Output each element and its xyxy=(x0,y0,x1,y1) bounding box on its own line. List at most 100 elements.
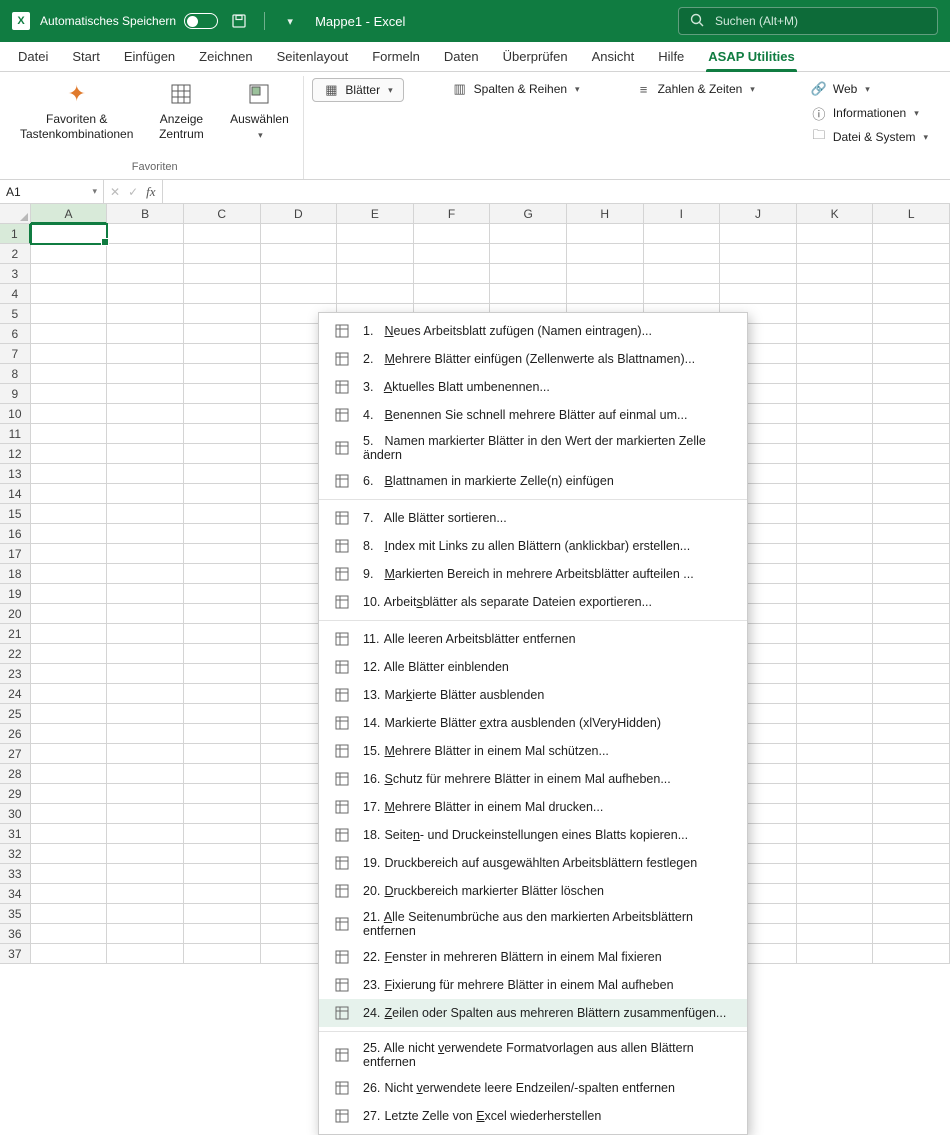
menu-item-7[interactable]: 7. Alle Blätter sortieren... xyxy=(319,504,747,532)
tab-einfügen[interactable]: Einfügen xyxy=(114,43,185,71)
menu-item-26[interactable]: 26. Nicht verwendete leere Endzeilen/-sp… xyxy=(319,1074,747,1102)
cell[interactable] xyxy=(797,864,874,884)
cell[interactable] xyxy=(107,904,184,924)
cell[interactable] xyxy=(184,644,261,664)
cell[interactable] xyxy=(184,924,261,944)
cell[interactable] xyxy=(873,764,950,784)
search-box[interactable] xyxy=(678,7,938,35)
cell[interactable] xyxy=(184,284,261,304)
cell[interactable] xyxy=(414,244,491,264)
row-header[interactable]: 27 xyxy=(0,744,31,764)
cell[interactable] xyxy=(797,884,874,904)
cell[interactable] xyxy=(31,784,108,804)
cell[interactable] xyxy=(184,344,261,364)
cell[interactable] xyxy=(31,424,108,444)
cell[interactable] xyxy=(644,284,721,304)
cell[interactable] xyxy=(31,684,108,704)
cell[interactable] xyxy=(337,284,414,304)
column-header[interactable]: J xyxy=(720,204,797,224)
cell[interactable] xyxy=(797,464,874,484)
cell[interactable] xyxy=(31,464,108,484)
cell[interactable] xyxy=(414,264,491,284)
menu-item-20[interactable]: 20. Druckbereich markierter Blätter lösc… xyxy=(319,877,747,905)
cell[interactable] xyxy=(107,364,184,384)
cell[interactable] xyxy=(31,664,108,684)
cell[interactable] xyxy=(490,224,567,244)
cell[interactable] xyxy=(797,544,874,564)
cell[interactable] xyxy=(873,484,950,504)
cell[interactable] xyxy=(797,384,874,404)
toggle-switch-icon[interactable] xyxy=(184,13,218,29)
qat-customize-button[interactable]: ▾ xyxy=(279,10,301,32)
cell[interactable] xyxy=(873,464,950,484)
select-all-corner[interactable] xyxy=(0,204,31,224)
cell[interactable] xyxy=(797,444,874,464)
menu-item-1[interactable]: 1. Neues Arbeitsblatt zufügen (Namen ein… xyxy=(319,317,747,345)
cell[interactable] xyxy=(107,864,184,884)
row-header[interactable]: 2 xyxy=(0,244,31,264)
cell[interactable] xyxy=(873,724,950,744)
menu-item-11[interactable]: 11. Alle leeren Arbeitsblätter entfernen xyxy=(319,625,747,653)
cell[interactable] xyxy=(797,284,874,304)
row-header[interactable]: 26 xyxy=(0,724,31,744)
cell[interactable] xyxy=(873,224,950,244)
cell[interactable] xyxy=(873,444,950,464)
row-header[interactable]: 8 xyxy=(0,364,31,384)
cell[interactable] xyxy=(107,524,184,544)
cell[interactable] xyxy=(107,784,184,804)
cell[interactable] xyxy=(184,264,261,284)
cell[interactable] xyxy=(261,244,338,264)
cell[interactable] xyxy=(873,864,950,884)
cell[interactable] xyxy=(31,304,108,324)
cell[interactable] xyxy=(31,644,108,664)
cell[interactable] xyxy=(31,384,108,404)
cell[interactable] xyxy=(31,724,108,744)
column-header[interactable]: F xyxy=(414,204,491,224)
cell[interactable] xyxy=(107,724,184,744)
cell[interactable] xyxy=(184,504,261,524)
cell[interactable] xyxy=(31,924,108,944)
cell[interactable] xyxy=(31,844,108,864)
cell[interactable] xyxy=(107,824,184,844)
cell[interactable] xyxy=(873,424,950,444)
menu-item-18[interactable]: 18. Seiten- und Druckeinstellungen eines… xyxy=(319,821,747,849)
cell[interactable] xyxy=(720,264,797,284)
cell[interactable] xyxy=(31,624,108,644)
cell[interactable] xyxy=(873,844,950,864)
auswaehlen-button[interactable]: Auswählen▾ xyxy=(223,76,295,146)
cell[interactable] xyxy=(797,724,874,744)
cell[interactable] xyxy=(644,244,721,264)
menu-item-13[interactable]: 13. Markierte Blätter ausblenden xyxy=(319,681,747,709)
web-dropdown[interactable]: 🔗 Web ▾ xyxy=(803,78,936,100)
tab-daten[interactable]: Daten xyxy=(434,43,489,71)
cell[interactable] xyxy=(184,844,261,864)
cell[interactable] xyxy=(873,924,950,944)
cell[interactable] xyxy=(184,564,261,584)
cell[interactable] xyxy=(31,404,108,424)
row-header[interactable]: 14 xyxy=(0,484,31,504)
cell[interactable] xyxy=(184,884,261,904)
cell[interactable] xyxy=(107,284,184,304)
cell[interactable] xyxy=(184,544,261,564)
cell[interactable] xyxy=(107,544,184,564)
fx-button[interactable]: fx xyxy=(146,184,155,200)
cell[interactable] xyxy=(184,664,261,684)
cell[interactable] xyxy=(797,624,874,644)
cell[interactable] xyxy=(31,224,108,244)
cell[interactable] xyxy=(31,564,108,584)
cell[interactable] xyxy=(184,604,261,624)
cell[interactable] xyxy=(184,904,261,924)
cell[interactable] xyxy=(797,224,874,244)
menu-item-2[interactable]: 2. Mehrere Blätter einfügen (Zellenwerte… xyxy=(319,345,747,373)
cell[interactable] xyxy=(797,244,874,264)
column-header[interactable]: L xyxy=(873,204,950,224)
menu-item-16[interactable]: 16. Schutz für mehrere Blätter in einem … xyxy=(319,765,747,793)
menu-item-15[interactable]: 15. Mehrere Blätter in einem Mal schütze… xyxy=(319,737,747,765)
cell[interactable] xyxy=(797,324,874,344)
cell[interactable] xyxy=(184,224,261,244)
cell[interactable] xyxy=(414,284,491,304)
menu-item-14[interactable]: 14. Markierte Blätter extra ausblenden (… xyxy=(319,709,747,737)
cell[interactable] xyxy=(873,324,950,344)
row-header[interactable]: 5 xyxy=(0,304,31,324)
cell[interactable] xyxy=(31,364,108,384)
